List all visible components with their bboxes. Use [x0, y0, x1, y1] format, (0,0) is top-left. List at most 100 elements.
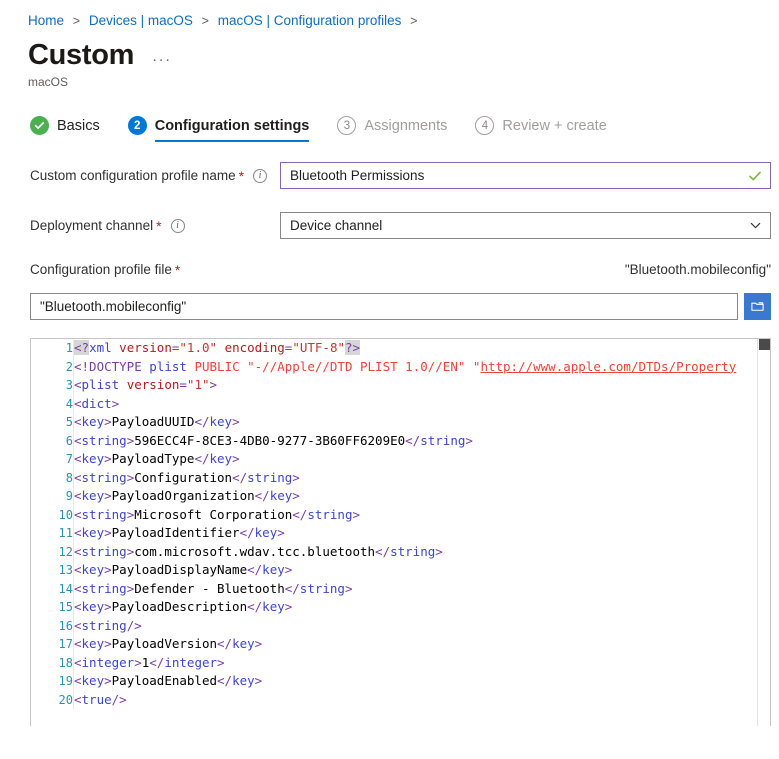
field-profile-file-input-row: [0, 293, 779, 320]
page-header: Custom ···: [0, 30, 779, 72]
line-number: 19: [31, 672, 74, 691]
line-number: 15: [31, 598, 74, 617]
profile-name-control: [280, 162, 771, 189]
required-asterisk: *: [174, 261, 181, 278]
code-lines-body: 1 <?xml version="1.0" encoding="UTF-8"?> 2…: [31, 339, 770, 709]
code-text[interactable]: <key>PayloadType</key>: [74, 450, 771, 469]
code-text[interactable]: <key>PayloadIdentifier</key>: [74, 524, 771, 543]
line-number: 4: [31, 394, 74, 413]
line-number: 5: [31, 413, 74, 432]
code-text[interactable]: <string>Configuration</string>: [74, 469, 771, 488]
line-number: 2: [31, 357, 74, 376]
tab-review-create-label: Review + create: [502, 117, 607, 134]
line-number: 8: [31, 468, 74, 487]
profile-name-label-text: Custom configuration profile name: [30, 168, 236, 183]
line-number: 14: [31, 579, 74, 598]
code-text[interactable]: <key>PayloadUUID</key>: [74, 413, 771, 432]
line-number: 12: [31, 542, 74, 561]
tab-configuration-settings[interactable]: 2 Configuration settings: [127, 116, 310, 142]
code-line: 20 <true/>: [31, 690, 771, 710]
tab-assignments[interactable]: 3 Assignments: [337, 116, 447, 142]
line-number: 18: [31, 653, 74, 672]
field-profile-name: Custom configuration profile name * i: [0, 162, 779, 189]
code-line: 18 <integer>1</integer>: [31, 653, 771, 673]
step-number-badge: 4: [475, 116, 495, 135]
tab-review-create[interactable]: 4 Review + create: [475, 116, 607, 142]
code-line: 16 <string/>: [31, 616, 771, 636]
editor-scrollbar-thumb[interactable]: [759, 339, 770, 350]
breadcrumb-item-devices-macos[interactable]: Devices | macOS: [89, 13, 193, 28]
code-text[interactable]: <integer>1</integer>: [74, 654, 771, 673]
code-text[interactable]: <string>Defender - Bluetooth</string>: [74, 580, 771, 599]
code-line: 10 <string>Microsoft Corporation</string>: [31, 505, 771, 525]
profile-file-input[interactable]: [30, 293, 738, 320]
deployment-channel-select[interactable]: [280, 212, 771, 239]
code-text[interactable]: <string/>: [74, 617, 771, 636]
required-asterisk: *: [156, 217, 162, 234]
folder-icon: [751, 302, 764, 311]
code-line: 4 <dict>: [31, 394, 771, 414]
line-number: 1: [31, 339, 74, 358]
deployment-channel-control[interactable]: [280, 212, 771, 239]
step-number-badge: 3: [337, 116, 357, 135]
step-number-badge: 2: [127, 116, 147, 135]
code-line: 13 <key>PayloadDisplayName</key>: [31, 561, 770, 580]
breadcrumb-separator: >: [72, 14, 81, 28]
code-text[interactable]: <true/>: [74, 691, 771, 710]
breadcrumb-separator: >: [410, 14, 418, 28]
profile-name-input[interactable]: [280, 162, 771, 189]
line-number: 10: [31, 505, 74, 524]
code-text[interactable]: <key>PayloadDescription</key>: [74, 598, 771, 617]
line-number: 13: [31, 561, 74, 580]
breadcrumb-separator: >: [201, 14, 209, 28]
field-profile-file-header: Configuration profile file * "Bluetooth.…: [0, 262, 779, 277]
code-line: 3 <plist version="1">: [31, 376, 770, 395]
tab-configuration-settings-label: Configuration settings: [154, 117, 310, 134]
page-title: Custom: [28, 39, 135, 71]
required-asterisk: *: [238, 167, 245, 184]
deployment-channel-label: Deployment channel * i: [30, 218, 280, 233]
code-text[interactable]: <plist version="1">: [74, 376, 771, 395]
editor-vertical-scrollbar[interactable]: [757, 339, 770, 726]
page-subtitle: macOS: [28, 75, 69, 89]
profile-name-label: Custom configuration profile name * i: [30, 168, 280, 183]
code-line: 7 <key>PayloadType</key>: [31, 450, 770, 469]
check-circle-icon: [30, 116, 49, 135]
configuration-settings-form: Custom configuration profile name * i De…: [0, 142, 779, 320]
breadcrumb-item-home[interactable]: Home: [28, 13, 64, 28]
field-deployment-channel: Deployment channel * i: [0, 212, 779, 239]
line-number: 11: [31, 524, 74, 543]
code-text[interactable]: <key>PayloadDisplayName</key>: [74, 561, 771, 580]
more-options-button[interactable]: ···: [152, 51, 172, 68]
code-text[interactable]: <string>Microsoft Corporation</string>: [74, 506, 771, 525]
code-text[interactable]: <key>PayloadEnabled</key>: [74, 672, 771, 691]
code-text[interactable]: <dict>: [74, 395, 771, 414]
xml-code-editor[interactable]: 1 <?xml version="1.0" encoding="UTF-8"?> 2…: [30, 338, 771, 726]
code-line: 12 <string>com.microsoft.wdav.tcc.bluetoo…: [31, 542, 771, 562]
info-icon[interactable]: i: [170, 218, 185, 233]
code-line: 15 <key>PayloadDescription</key>: [31, 598, 770, 617]
code-text[interactable]: <key>PayloadOrganization</key>: [74, 487, 771, 506]
info-icon[interactable]: i: [253, 168, 268, 183]
breadcrumb-item-configuration-profiles[interactable]: macOS | Configuration profiles: [218, 13, 402, 28]
code-line: 6 <string>596ECC4F-8CE3-4DB0-9277-3B60FF6…: [31, 431, 771, 451]
code-line: 14 <string>Defender - Bluetooth</string>: [31, 579, 771, 599]
editor-viewport: 1 <?xml version="1.0" encoding="UTF-8"?> 2…: [31, 339, 770, 726]
code-text[interactable]: <key>PayloadVersion</key>: [74, 635, 771, 654]
profile-file-label: Configuration profile file *: [30, 262, 180, 277]
line-number: 16: [31, 616, 74, 635]
code-text[interactable]: <string>596ECC4F-8CE3-4DB0-9277-3B60FF62…: [74, 432, 771, 451]
code-line: 19 <key>PayloadEnabled</key>: [31, 672, 770, 691]
code-line: 11 <key>PayloadIdentifier</key>: [31, 524, 770, 543]
profile-file-label-text: Configuration profile file: [30, 262, 172, 277]
code-text[interactable]: <string>com.microsoft.wdav.tcc.bluetooth…: [74, 543, 771, 562]
code-text[interactable]: <?xml version="1.0" encoding="UTF-8"?>: [74, 339, 771, 358]
tab-basics[interactable]: Basics: [30, 116, 100, 142]
line-number: 3: [31, 376, 74, 395]
code-lines: 1 <?xml version="1.0" encoding="UTF-8"?> 2…: [31, 339, 770, 709]
line-number: 20: [31, 690, 74, 709]
browse-file-button[interactable]: [744, 293, 771, 320]
code-line: 17 <key>PayloadVersion</key>: [31, 635, 770, 654]
code-line: 9 <key>PayloadOrganization</key>: [31, 487, 770, 506]
code-text[interactable]: <!DOCTYPE plist PUBLIC "-//Apple//DTD PL…: [74, 358, 771, 377]
